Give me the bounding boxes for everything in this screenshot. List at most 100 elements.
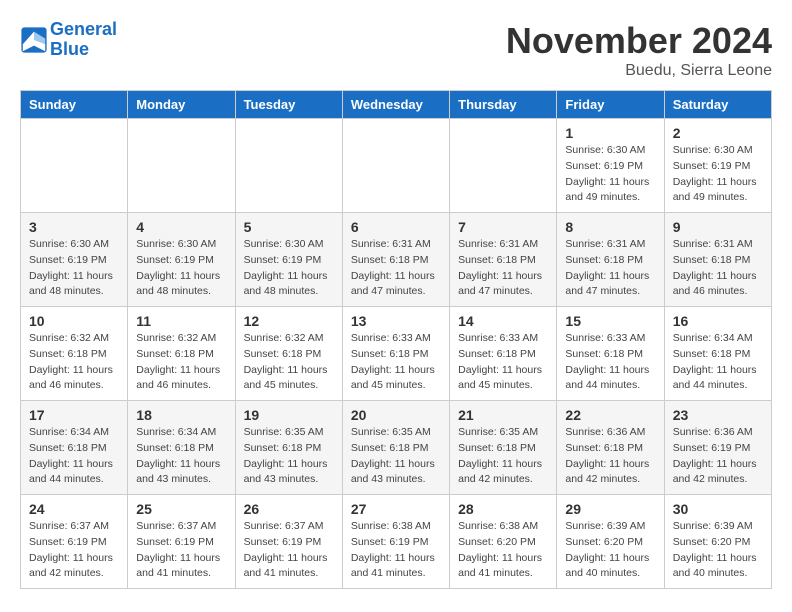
week-row-4: 17Sunrise: 6:34 AM Sunset: 6:18 PM Dayli… [21,401,772,495]
week-row-5: 24 Sunrise: 6:37 AM Sunset: 6:19 PM Dayli… [21,495,772,589]
day-cell [21,119,128,213]
day-cell [450,119,557,213]
day-cell: 14 Sunrise: 6:33 AM Sunset: 6:18 PM Dayli… [450,307,557,401]
day-number: 29 [565,501,655,517]
week-row-3: 10 Sunrise: 6:32 AM Sunset: 6:18 PM Dayli… [21,307,772,401]
day-cell: 12 Sunrise: 6:32 AM Sunset: 6:18 PM Dayli… [235,307,342,401]
day-info: Sunrise: 6:31 AM Sunset: 6:18 PM Dayligh… [458,237,548,300]
day-info: Sunrise: 6:32 AM Sunset: 6:18 PM Dayligh… [244,331,334,394]
day-number: 14 [458,313,548,329]
day-cell: 15 Sunrise: 6:33 AM Sunset: 6:18 PM Dayli… [557,307,664,401]
day-cell: 20 Sunrise: 6:35 AM Sunset: 6:18 PM Dayli… [342,401,449,495]
day-cell: 16Sunrise: 6:34 AM Sunset: 6:18 PM Dayli… [664,307,771,401]
week-row-1: 1Sunrise: 6:30 AM Sunset: 6:19 PM Daylig… [21,119,772,213]
day-info: Sunrise: 6:37 AM Sunset: 6:19 PM Dayligh… [29,519,119,582]
day-number: 22 [565,407,655,423]
header-thursday: Thursday [450,91,557,119]
day-info: Sunrise: 6:30 AM Sunset: 6:19 PM Dayligh… [29,237,119,300]
calendar-table: SundayMondayTuesdayWednesdayThursdayFrid… [20,90,772,589]
header-friday: Friday [557,91,664,119]
day-cell: 21 Sunrise: 6:35 AM Sunset: 6:18 PM Dayli… [450,401,557,495]
day-number: 19 [244,407,334,423]
logo-line2: Blue [50,39,89,59]
day-number: 4 [136,219,226,235]
day-info: Sunrise: 6:34 AM Sunset: 6:18 PM Dayligh… [29,425,119,488]
day-cell: 11 Sunrise: 6:32 AM Sunset: 6:18 PM Dayli… [128,307,235,401]
day-info: Sunrise: 6:35 AM Sunset: 6:18 PM Dayligh… [458,425,548,488]
day-info: Sunrise: 6:34 AM Sunset: 6:18 PM Dayligh… [136,425,226,488]
day-info: Sunrise: 6:39 AM Sunset: 6:20 PM Dayligh… [565,519,655,582]
page-header: General Blue November 2024 Buedu, Sierra… [20,20,772,80]
day-number: 13 [351,313,441,329]
day-info: Sunrise: 6:32 AM Sunset: 6:18 PM Dayligh… [29,331,119,394]
day-info: Sunrise: 6:33 AM Sunset: 6:18 PM Dayligh… [565,331,655,394]
day-info: Sunrise: 6:32 AM Sunset: 6:18 PM Dayligh… [136,331,226,394]
day-number: 18 [136,407,226,423]
day-info: Sunrise: 6:30 AM Sunset: 6:19 PM Dayligh… [565,143,655,206]
header-row: SundayMondayTuesdayWednesdayThursdayFrid… [21,91,772,119]
day-number: 20 [351,407,441,423]
day-number: 3 [29,219,119,235]
month-title: November 2024 [506,20,772,62]
day-cell: 8Sunrise: 6:31 AM Sunset: 6:18 PM Daylig… [557,213,664,307]
day-cell: 10 Sunrise: 6:32 AM Sunset: 6:18 PM Dayli… [21,307,128,401]
title-block: November 2024 Buedu, Sierra Leone [506,20,772,80]
day-cell: 30 Sunrise: 6:39 AM Sunset: 6:20 PM Dayli… [664,495,771,589]
day-number: 21 [458,407,548,423]
logo-text: General Blue [50,20,117,60]
day-number: 2 [673,125,763,141]
day-info: Sunrise: 6:35 AM Sunset: 6:18 PM Dayligh… [351,425,441,488]
day-number: 24 [29,501,119,517]
day-info: Sunrise: 6:38 AM Sunset: 6:20 PM Dayligh… [458,519,548,582]
day-info: Sunrise: 6:30 AM Sunset: 6:19 PM Dayligh… [136,237,226,300]
day-cell: 29 Sunrise: 6:39 AM Sunset: 6:20 PM Dayli… [557,495,664,589]
day-number: 12 [244,313,334,329]
day-number: 28 [458,501,548,517]
day-info: Sunrise: 6:31 AM Sunset: 6:18 PM Dayligh… [673,237,763,300]
day-cell: 25 Sunrise: 6:37 AM Sunset: 6:19 PM Dayli… [128,495,235,589]
header-saturday: Saturday [664,91,771,119]
day-info: Sunrise: 6:30 AM Sunset: 6:19 PM Dayligh… [244,237,334,300]
day-number: 25 [136,501,226,517]
day-cell: 3 Sunrise: 6:30 AM Sunset: 6:19 PM Daylig… [21,213,128,307]
day-cell [128,119,235,213]
day-cell: 7 Sunrise: 6:31 AM Sunset: 6:18 PM Daylig… [450,213,557,307]
day-number: 6 [351,219,441,235]
day-info: Sunrise: 6:30 AM Sunset: 6:19 PM Dayligh… [673,143,763,206]
day-info: Sunrise: 6:36 AM Sunset: 6:19 PM Dayligh… [673,425,763,488]
day-number: 5 [244,219,334,235]
day-number: 10 [29,313,119,329]
day-cell: 9 Sunrise: 6:31 AM Sunset: 6:18 PM Daylig… [664,213,771,307]
location: Buedu, Sierra Leone [506,62,772,80]
day-info: Sunrise: 6:39 AM Sunset: 6:20 PM Dayligh… [673,519,763,582]
day-cell: 18 Sunrise: 6:34 AM Sunset: 6:18 PM Dayli… [128,401,235,495]
day-number: 23 [673,407,763,423]
day-info: Sunrise: 6:33 AM Sunset: 6:18 PM Dayligh… [458,331,548,394]
header-sunday: Sunday [21,91,128,119]
day-cell: 1Sunrise: 6:30 AM Sunset: 6:19 PM Daylig… [557,119,664,213]
day-number: 7 [458,219,548,235]
day-cell: 24 Sunrise: 6:37 AM Sunset: 6:19 PM Dayli… [21,495,128,589]
day-number: 9 [673,219,763,235]
day-number: 11 [136,313,226,329]
day-number: 15 [565,313,655,329]
week-row-2: 3 Sunrise: 6:30 AM Sunset: 6:19 PM Daylig… [21,213,772,307]
day-cell: 27Sunrise: 6:38 AM Sunset: 6:19 PM Dayli… [342,495,449,589]
day-cell [235,119,342,213]
logo-icon [20,26,48,54]
logo-line1: General [50,19,117,39]
day-cell: 22Sunrise: 6:36 AM Sunset: 6:18 PM Dayli… [557,401,664,495]
day-cell: 23 Sunrise: 6:36 AM Sunset: 6:19 PM Dayli… [664,401,771,495]
day-number: 27 [351,501,441,517]
day-cell: 28 Sunrise: 6:38 AM Sunset: 6:20 PM Dayli… [450,495,557,589]
day-cell: 5 Sunrise: 6:30 AM Sunset: 6:19 PM Daylig… [235,213,342,307]
day-cell: 26Sunrise: 6:37 AM Sunset: 6:19 PM Dayli… [235,495,342,589]
day-cell [342,119,449,213]
day-cell: 19Sunrise: 6:35 AM Sunset: 6:18 PM Dayli… [235,401,342,495]
day-number: 16 [673,313,763,329]
day-number: 8 [565,219,655,235]
day-number: 30 [673,501,763,517]
day-cell: 4 Sunrise: 6:30 AM Sunset: 6:19 PM Daylig… [128,213,235,307]
day-info: Sunrise: 6:31 AM Sunset: 6:18 PM Dayligh… [351,237,441,300]
day-info: Sunrise: 6:37 AM Sunset: 6:19 PM Dayligh… [136,519,226,582]
